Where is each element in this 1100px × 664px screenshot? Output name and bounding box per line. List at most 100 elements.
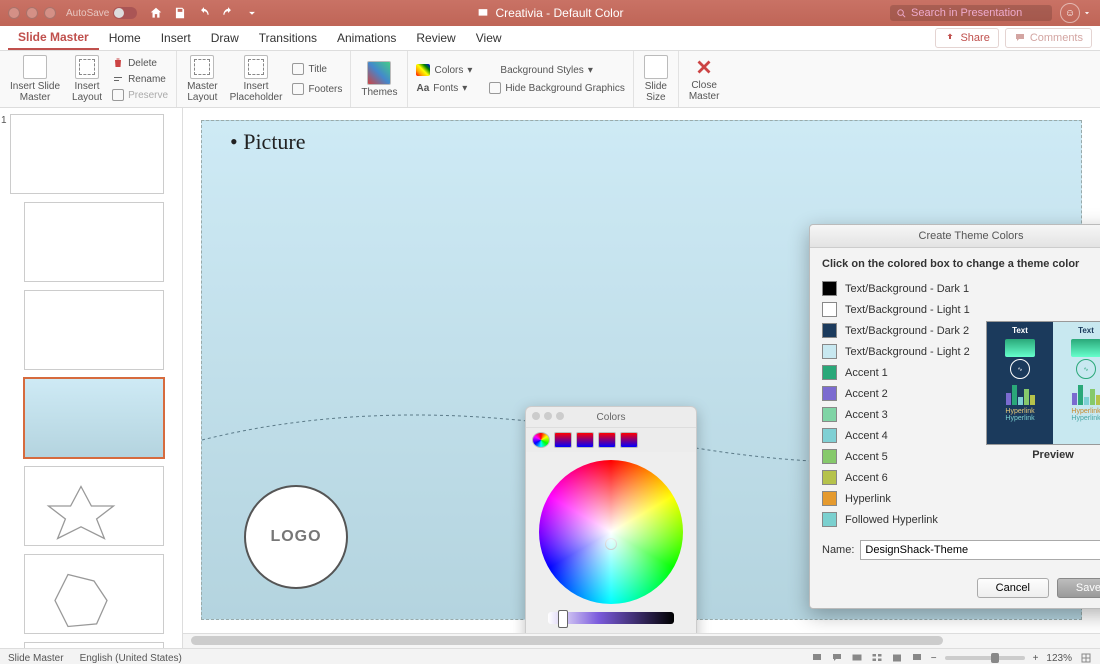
slideshow-icon[interactable] <box>911 652 923 664</box>
zoom-out-button[interactable]: − <box>931 653 937 664</box>
color-swatch[interactable] <box>822 470 837 485</box>
close-window-icon[interactable] <box>8 7 20 19</box>
theme-color-row[interactable]: Hyperlink <box>822 488 1100 509</box>
color-swatch[interactable] <box>822 323 837 338</box>
tab-view[interactable]: View <box>466 27 512 49</box>
pencils-tab[interactable] <box>620 432 638 448</box>
color-marker[interactable] <box>605 538 617 550</box>
home-icon[interactable] <box>149 6 163 20</box>
theme-color-row[interactable]: Accent 6 <box>822 467 1100 488</box>
theme-color-row[interactable]: Text/Background - Light 1 <box>822 299 1100 320</box>
minimize-icon[interactable] <box>544 412 552 420</box>
preserve-checkbox[interactable] <box>112 89 124 101</box>
color-swatch[interactable] <box>822 449 837 464</box>
tab-draw[interactable]: Draw <box>201 27 249 49</box>
tab-transitions[interactable]: Transitions <box>249 27 327 49</box>
color-swatch[interactable] <box>822 386 837 401</box>
thumbnail-layout[interactable] <box>24 290 164 370</box>
color-wheel-tab[interactable] <box>532 432 550 448</box>
share-button[interactable]: Share <box>935 28 998 48</box>
search-input[interactable]: Search in Presentation <box>890 5 1052 21</box>
theme-color-label: Accent 5 <box>845 451 888 463</box>
horizontal-scrollbar[interactable] <box>183 633 1100 648</box>
fonts-label: Fonts <box>433 83 458 94</box>
close-master-button[interactable]: Close Master <box>685 54 724 104</box>
theme-color-label: Text/Background - Light 1 <box>845 304 970 316</box>
zoom-slider[interactable] <box>945 656 1025 660</box>
undo-icon[interactable] <box>197 6 211 20</box>
colors-dropdown[interactable]: Colors▾Background Styles▾ <box>414 63 626 77</box>
color-swatch[interactable] <box>822 491 837 506</box>
chevron-down-icon[interactable] <box>1082 8 1092 18</box>
thumbnail-layout[interactable] <box>24 642 164 648</box>
autosave-toggle[interactable] <box>113 7 137 19</box>
comments-icon[interactable] <box>831 652 843 664</box>
footers-checkbox[interactable] <box>292 83 304 95</box>
tab-home[interactable]: Home <box>99 27 151 49</box>
sorter-view-icon[interactable] <box>871 652 883 664</box>
theme-color-row[interactable]: Followed Hyperlink <box>822 509 1100 530</box>
slide-size-button[interactable]: Slide Size <box>640 53 672 105</box>
preserve-button[interactable]: Preserve <box>110 88 170 102</box>
notes-icon[interactable] <box>811 652 823 664</box>
color-swatch[interactable] <box>822 281 837 296</box>
theme-name-input[interactable] <box>860 540 1100 560</box>
title-checkbox[interactable] <box>292 63 304 75</box>
themes-button[interactable]: Themes <box>357 59 401 100</box>
tab-insert[interactable]: Insert <box>151 27 201 49</box>
title-checkbox-row[interactable]: Title <box>290 62 344 76</box>
color-palettes-tab[interactable] <box>576 432 594 448</box>
color-wheel[interactable] <box>539 460 683 604</box>
color-swatch[interactable] <box>822 365 837 380</box>
thumbnail-layout[interactable] <box>24 202 164 282</box>
tab-slide-master[interactable]: Slide Master <box>8 26 99 50</box>
color-swatch[interactable] <box>822 344 837 359</box>
tab-animations[interactable]: Animations <box>327 27 406 49</box>
cancel-button[interactable]: Cancel <box>977 578 1049 598</box>
theme-color-row[interactable]: Text/Background - Dark 1 <box>822 278 1100 299</box>
color-swatch[interactable] <box>822 302 837 317</box>
reading-view-icon[interactable] <box>891 652 903 664</box>
footers-checkbox-row[interactable]: Footers <box>290 82 344 96</box>
theme-color-label: Text/Background - Dark 1 <box>845 283 969 295</box>
delete-icon <box>112 57 124 69</box>
minimize-window-icon[interactable] <box>26 7 38 19</box>
insert-slide-master-button[interactable]: Insert Slide Master <box>6 53 64 105</box>
user-account-icon[interactable]: ☺ <box>1060 3 1080 23</box>
insert-placeholder-button[interactable]: Insert Placeholder <box>226 53 287 105</box>
master-layout-button[interactable]: Master Layout <box>183 53 222 105</box>
workspace: 1 Picture LOGO Colors <box>0 108 1100 648</box>
zoom-icon[interactable] <box>556 412 564 420</box>
thumbnail-layout-selected[interactable] <box>24 378 164 458</box>
image-palettes-tab[interactable] <box>598 432 616 448</box>
tab-review[interactable]: Review <box>406 27 465 49</box>
redo-icon[interactable] <box>221 6 235 20</box>
save-icon[interactable] <box>173 6 187 20</box>
color-sliders-tab[interactable] <box>554 432 572 448</box>
rename-button[interactable]: Rename <box>110 72 170 86</box>
preview-circle-icon: ∿ <box>1010 359 1030 379</box>
zoom-window-icon[interactable] <box>44 7 56 19</box>
delete-button[interactable]: Delete <box>110 56 170 70</box>
save-button[interactable]: Save <box>1057 578 1100 598</box>
logo-placeholder[interactable]: LOGO <box>244 485 348 589</box>
thumbnail-layout[interactable] <box>24 466 164 546</box>
comments-button[interactable]: Comments <box>1005 28 1092 48</box>
status-language[interactable]: English (United States) <box>80 653 182 664</box>
close-icon[interactable] <box>532 412 540 420</box>
color-swatch[interactable] <box>822 407 837 422</box>
hide-bg-checkbox[interactable] <box>489 82 501 94</box>
fit-to-window-icon[interactable] <box>1080 652 1092 664</box>
color-swatch[interactable] <box>822 428 837 443</box>
thumbnail-master[interactable]: 1 <box>10 114 164 194</box>
zoom-in-button[interactable]: + <box>1033 653 1039 664</box>
fonts-dropdown[interactable]: AaFonts▾Hide Background Graphics <box>414 81 626 95</box>
chevron-down-icon[interactable] <box>245 6 259 20</box>
normal-view-icon[interactable] <box>851 652 863 664</box>
color-swatch[interactable] <box>822 512 837 527</box>
zoom-level[interactable]: 123% <box>1046 653 1072 664</box>
brightness-slider[interactable] <box>548 612 674 624</box>
thumbnail-layout[interactable] <box>24 554 164 634</box>
insert-layout-button[interactable]: Insert Layout <box>68 53 106 105</box>
scrollbar-thumb[interactable] <box>191 636 943 645</box>
